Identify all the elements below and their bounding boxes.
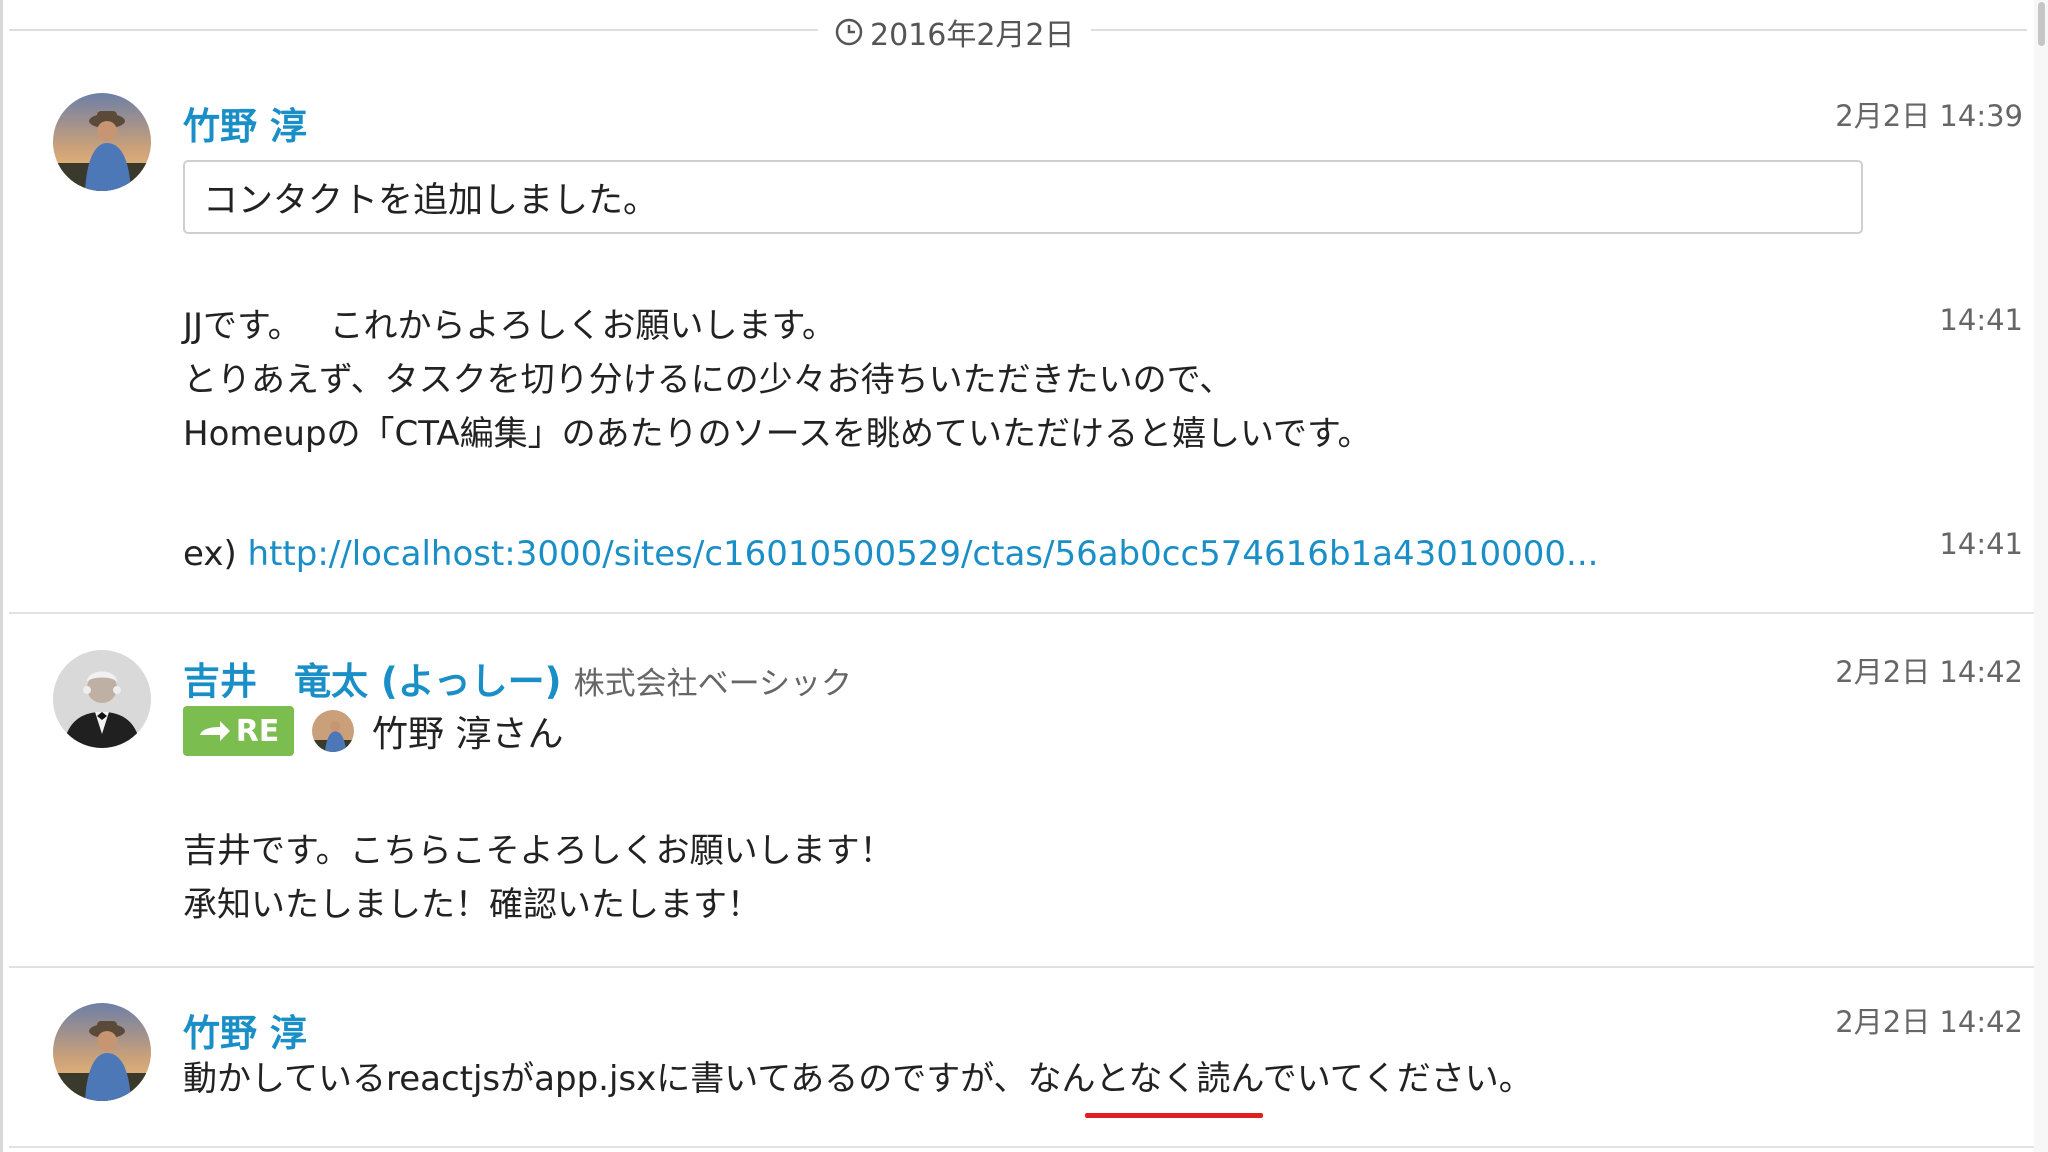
avatar-takeno xyxy=(312,710,354,752)
message-line: 承知いたしました！確認いたします！ xyxy=(183,885,761,925)
message-line: 吉井です。こちらこそよろしくお願いします！ xyxy=(183,831,894,871)
contact-added-notice: コンタクトを追加しました。 xyxy=(183,160,1863,234)
message-prefix: ex) xyxy=(183,534,237,574)
reply-target-name[interactable]: 竹野 淳さん xyxy=(372,705,563,757)
annotation-underline xyxy=(1085,1113,1263,1118)
message-line: JJです。 これからよろしくお願いします。 xyxy=(183,306,837,346)
clock-icon xyxy=(835,18,863,46)
message-link[interactable]: http://localhost:3000/sites/c16010500529… xyxy=(248,534,1599,574)
sender-name[interactable]: 竹野 淳 xyxy=(183,1003,307,1057)
message-separator xyxy=(9,1146,2039,1148)
sender-name[interactable]: 竹野 淳 xyxy=(183,96,307,150)
reply-indicator: RE 竹野 淳さん xyxy=(183,706,563,756)
message-body: JJです。 これからよろしくお願いします。 とりあえず、タスクを切り分けるにの少… xyxy=(183,299,1372,461)
avatar-yoshii xyxy=(53,650,151,748)
message-time: 14:41 xyxy=(1939,527,2023,561)
date-divider: 2016年2月2日 xyxy=(818,14,1091,53)
message-body: 吉井です。こちらこそよろしくお願いします！ 承知いたしました！確認いたします！ xyxy=(183,824,894,932)
reply-target-avatar xyxy=(312,710,354,752)
chat-timeline: 2016年2月2日 竹野 淳 2月2日 14:39 コンタクトを追加しました。 … xyxy=(0,0,2048,1152)
message-timestamp: 2月2日 14:39 xyxy=(1835,99,2023,133)
message-body: 動かしているreactjsがapp.jsxに書いてあるのですが、なんとなく読んで… xyxy=(183,1052,1533,1106)
date-divider-label: 2016年2月2日 xyxy=(870,18,1075,53)
message-timestamp: 2月2日 14:42 xyxy=(1835,655,2023,689)
scrollbar-thumb[interactable] xyxy=(2038,2,2045,46)
reply-badge[interactable]: RE xyxy=(183,706,294,756)
sender-display-name[interactable]: 吉井 竜太 (よっしー) xyxy=(183,660,562,703)
reply-arrow-icon xyxy=(199,721,230,741)
avatar-takeno xyxy=(53,93,151,191)
sender-organization: 株式会社ベーシック xyxy=(573,666,852,702)
message-timestamp: 2月2日 14:42 xyxy=(1835,1005,2023,1039)
message-line: Homeupの「CTA編集」のあたりのソースを眺めていただけると嬉しいです。 xyxy=(183,414,1372,454)
message-line: とりあえず、タスクを切り分けるにの少々お待ちいただきたいので、 xyxy=(183,360,1234,400)
scrollbar[interactable] xyxy=(2034,0,2048,1152)
sender-name[interactable]: 吉井 竜太 (よっしー) 株式会社ベーシック xyxy=(183,651,852,705)
reply-badge-label: RE xyxy=(235,713,280,749)
avatar-takeno xyxy=(53,1003,151,1101)
avatar[interactable] xyxy=(53,650,151,748)
notice-text: コンタクトを追加しました。 xyxy=(203,180,659,221)
avatar[interactable] xyxy=(53,93,151,191)
message-separator xyxy=(9,612,2039,614)
message-separator xyxy=(9,966,2039,968)
avatar[interactable] xyxy=(53,1003,151,1101)
message-body: ex) http://localhost:3000/sites/c1601050… xyxy=(183,527,1598,581)
message-time: 14:41 xyxy=(1939,303,2023,337)
message-line: 動かしているreactjsがapp.jsxに書いてあるのですが、なんとなく読んで… xyxy=(183,1059,1533,1099)
